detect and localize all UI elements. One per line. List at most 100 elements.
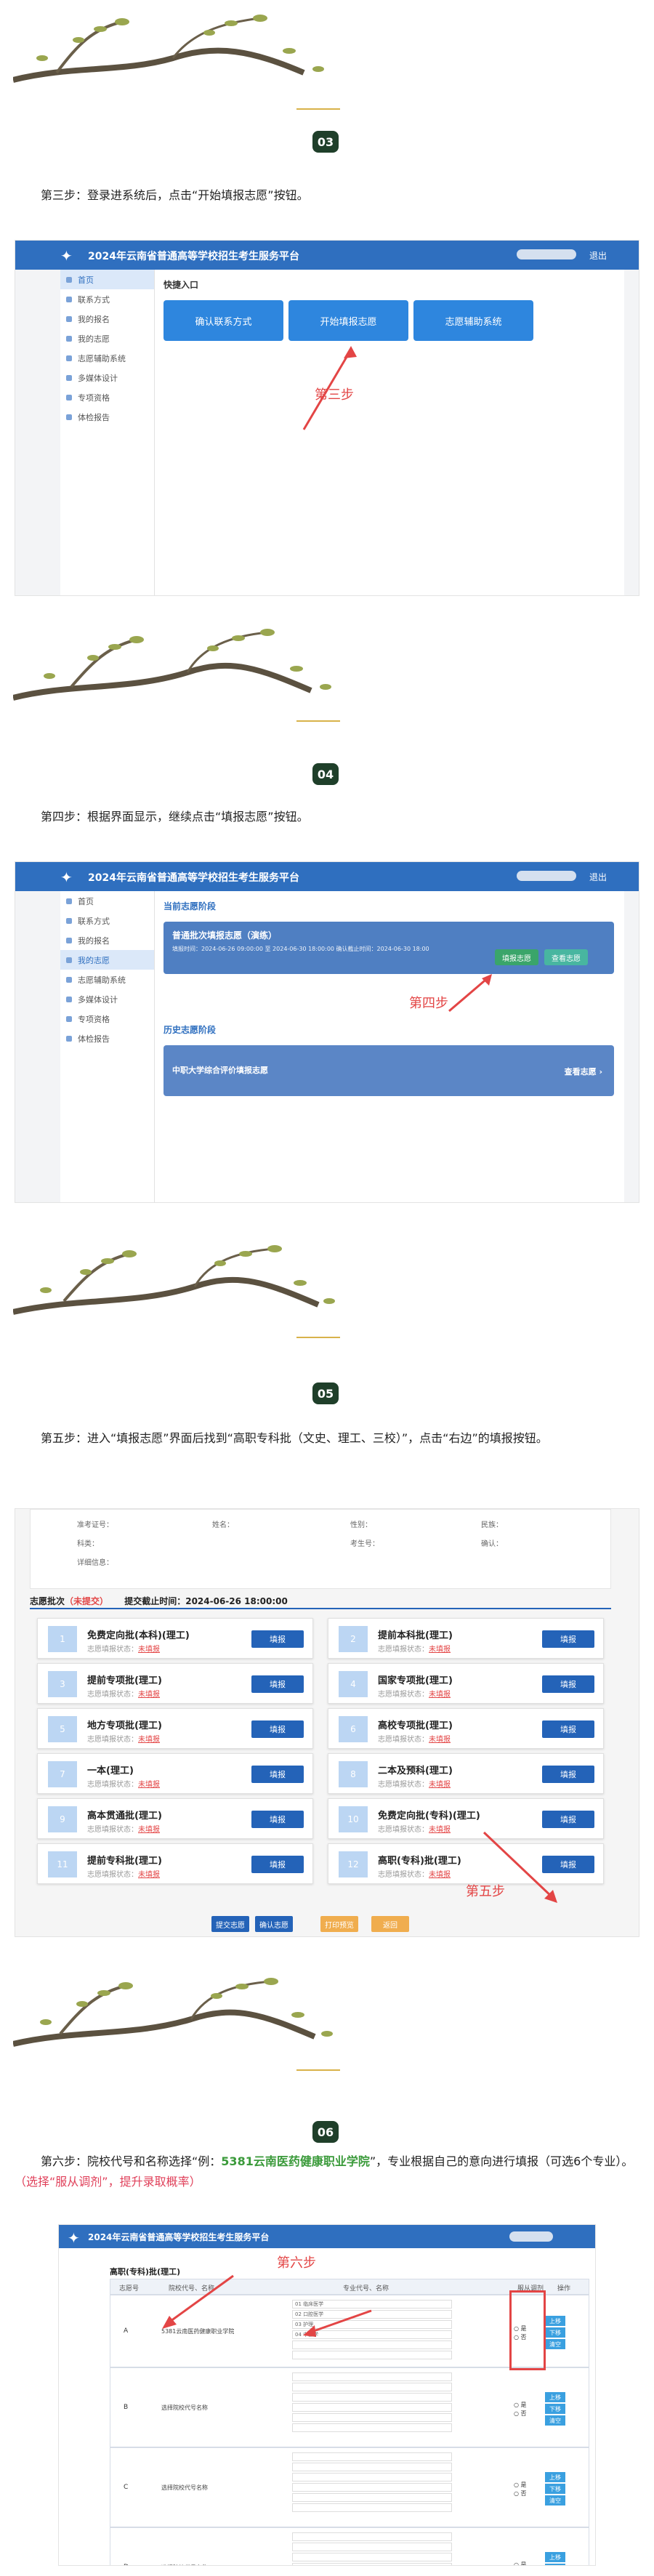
sidebar-item[interactable]: 多媒体设计 bbox=[60, 989, 154, 1009]
move-down-button[interactable]: 下移 bbox=[545, 2564, 565, 2565]
tile-name: 地方专项批(理工) bbox=[87, 1720, 162, 1731]
fill-application-button[interactable]: 填报志愿 bbox=[495, 949, 538, 965]
major-select[interactable] bbox=[292, 2372, 452, 2381]
fill-batch-button[interactable]: 填报 bbox=[542, 1630, 594, 1648]
move-up-button[interactable]: 上移 bbox=[545, 2316, 565, 2326]
card-subtitle: 填报时间：2024-06-26 09:00:00 至 2024-06-30 18… bbox=[172, 946, 429, 952]
major-select[interactable] bbox=[292, 2503, 452, 2512]
clear-button[interactable]: 清空 bbox=[545, 2339, 565, 2349]
logout-link[interactable]: 退出 bbox=[589, 249, 607, 262]
view-application-button[interactable]: 查看志愿 bbox=[544, 949, 588, 965]
tile-number: 8 bbox=[339, 1761, 368, 1787]
info-label: 科类： bbox=[77, 1540, 99, 1548]
fill-batch-button[interactable]: 填报 bbox=[251, 1811, 304, 1828]
logout-link[interactable]: 退出 bbox=[589, 871, 607, 883]
move-down-button[interactable]: 下移 bbox=[545, 2327, 565, 2338]
school-select[interactable]: 选择院校代号名称 bbox=[161, 2564, 208, 2565]
fill-batch-button[interactable]: 填报 bbox=[542, 1766, 594, 1783]
sidebar-item[interactable]: 我的报名 bbox=[60, 930, 154, 950]
major-select[interactable] bbox=[292, 2463, 452, 2471]
sidebar-item[interactable]: 联系方式 bbox=[60, 911, 154, 930]
tile-name: 提前专科批(理工) bbox=[87, 1856, 162, 1867]
major-select[interactable] bbox=[292, 2383, 452, 2391]
start-application-button[interactable]: 开始填报志愿 bbox=[288, 300, 408, 341]
back-button[interactable]: 返回 bbox=[371, 1916, 409, 1932]
confirm-contact-button[interactable]: 确认联系方式 bbox=[164, 300, 283, 341]
sidebar-item[interactable]: 志愿辅助系统 bbox=[60, 970, 154, 989]
major-select[interactable] bbox=[292, 2543, 452, 2551]
move-down-button[interactable]: 下移 bbox=[545, 2404, 565, 2414]
major-select[interactable] bbox=[292, 2493, 452, 2502]
batch-tile: 1 免费定向批(本科)(理工) 志愿填报状态：未填报 填报 bbox=[37, 1618, 313, 1659]
confirm-button[interactable]: 确认志愿 bbox=[255, 1916, 293, 1932]
row-number: C bbox=[124, 2484, 129, 2491]
major-select[interactable] bbox=[292, 2532, 452, 2541]
fill-batch-button[interactable]: 填报 bbox=[251, 1766, 304, 1783]
move-up-button[interactable]: 上移 bbox=[545, 2472, 565, 2482]
obey-no-radio[interactable]: ○ 否 bbox=[514, 2490, 527, 2497]
step5-text: 第五步：进入“填报志愿”界面后找到“高职专科批（文史、理工、三校）”，点击“右边… bbox=[41, 1431, 548, 1445]
obey-yes-radio[interactable]: ○ 是 bbox=[514, 2481, 527, 2489]
platform-logo-icon: ✦ bbox=[60, 869, 73, 886]
batch-tile: 3 提前专项批(理工) 志愿填报状态：未填报 填报 bbox=[37, 1663, 313, 1704]
section-05: 05 bbox=[0, 1228, 654, 1446]
sidebar-item[interactable]: 首页 bbox=[60, 270, 154, 289]
major-select[interactable] bbox=[292, 2473, 452, 2482]
tile-number: 10 bbox=[339, 1806, 368, 1832]
tile-status: 志愿填报状态：未填报 bbox=[87, 1781, 160, 1789]
platform-title: 2024年云南省普通高等学校招生考生服务平台 bbox=[88, 251, 299, 262]
tile-status: 志愿填报状态：未填报 bbox=[87, 1826, 160, 1834]
tile-name: 免费定向批(专科)(理工) bbox=[378, 1811, 480, 1822]
fill-batch-button[interactable]: 填报 bbox=[542, 1811, 594, 1828]
major-select[interactable] bbox=[292, 2483, 452, 2492]
fill-batch-button[interactable]: 填报 bbox=[251, 1720, 304, 1738]
major-select[interactable] bbox=[292, 2553, 452, 2561]
obey-no-radio[interactable]: ○ 否 bbox=[514, 2410, 527, 2418]
clear-button[interactable]: 清空 bbox=[545, 2415, 565, 2426]
platform-logo-icon: ✦ bbox=[68, 2229, 80, 2247]
major-select[interactable] bbox=[292, 2340, 452, 2349]
fill-batch-button[interactable]: 填报 bbox=[542, 1720, 594, 1738]
major-select[interactable] bbox=[292, 2403, 452, 2412]
view-history-link[interactable]: 查看志愿 › bbox=[565, 1066, 602, 1077]
major-select[interactable] bbox=[292, 2563, 452, 2565]
sidebar-item[interactable]: 我的志愿 bbox=[60, 950, 154, 970]
sidebar-item[interactable]: 专项资格 bbox=[60, 1009, 154, 1029]
sidebar: 首页 联系方式 我的报名 我的志愿 志愿辅助系统 多媒体设计 专项资格 体检报告 bbox=[60, 270, 155, 595]
print-preview-button[interactable]: 打印预览 bbox=[320, 1916, 358, 1932]
obey-yes-radio[interactable]: ○ 是 bbox=[514, 2561, 527, 2565]
school-select[interactable]: 选择院校代号名称 bbox=[161, 2404, 208, 2412]
school-select[interactable]: 选择院校代号名称 bbox=[161, 2484, 208, 2492]
clear-button[interactable]: 清空 bbox=[545, 2495, 565, 2505]
fill-batch-button[interactable]: 填报 bbox=[251, 1630, 304, 1648]
sidebar-item[interactable]: 我的报名 bbox=[60, 309, 154, 329]
fill-batch-button[interactable]: 填报 bbox=[251, 1675, 304, 1693]
sidebar-item[interactable]: 志愿辅助系统 bbox=[60, 348, 154, 368]
move-down-button[interactable]: 下移 bbox=[545, 2484, 565, 2494]
info-label: 详细信息： bbox=[77, 1559, 113, 1567]
platform-logo-icon: ✦ bbox=[60, 247, 73, 265]
fill-batch-button[interactable]: 填报 bbox=[542, 1675, 594, 1693]
major-select[interactable] bbox=[292, 2351, 452, 2359]
obey-yes-radio[interactable]: ○ 是 bbox=[514, 2401, 527, 2409]
move-up-button[interactable]: 上移 bbox=[545, 2392, 565, 2402]
major-select[interactable] bbox=[292, 2413, 452, 2422]
divider bbox=[30, 1608, 611, 1609]
sidebar-item[interactable]: 首页 bbox=[60, 891, 154, 911]
tile-status: 志愿填报状态：未填报 bbox=[378, 1781, 451, 1789]
sidebar-item[interactable]: 联系方式 bbox=[60, 289, 154, 309]
tile-number: 7 bbox=[48, 1761, 77, 1787]
assistant-system-button[interactable]: 志愿辅助系统 bbox=[413, 300, 533, 341]
move-up-button[interactable]: 上移 bbox=[545, 2552, 565, 2562]
sidebar-item[interactable]: 多媒体设计 bbox=[60, 368, 154, 387]
fill-batch-button[interactable]: 填报 bbox=[251, 1856, 304, 1873]
sidebar-item[interactable]: 体检报告 bbox=[60, 1029, 154, 1048]
major-select[interactable] bbox=[292, 2452, 452, 2461]
info-label: 姓名： bbox=[212, 1521, 234, 1529]
major-select[interactable] bbox=[292, 2423, 452, 2432]
submit-button[interactable]: 提交志愿 bbox=[211, 1916, 249, 1932]
major-select[interactable] bbox=[292, 2393, 452, 2402]
sidebar-item[interactable]: 专项资格 bbox=[60, 387, 154, 407]
sidebar-item[interactable]: 我的志愿 bbox=[60, 329, 154, 348]
sidebar-item[interactable]: 体检报告 bbox=[60, 407, 154, 427]
